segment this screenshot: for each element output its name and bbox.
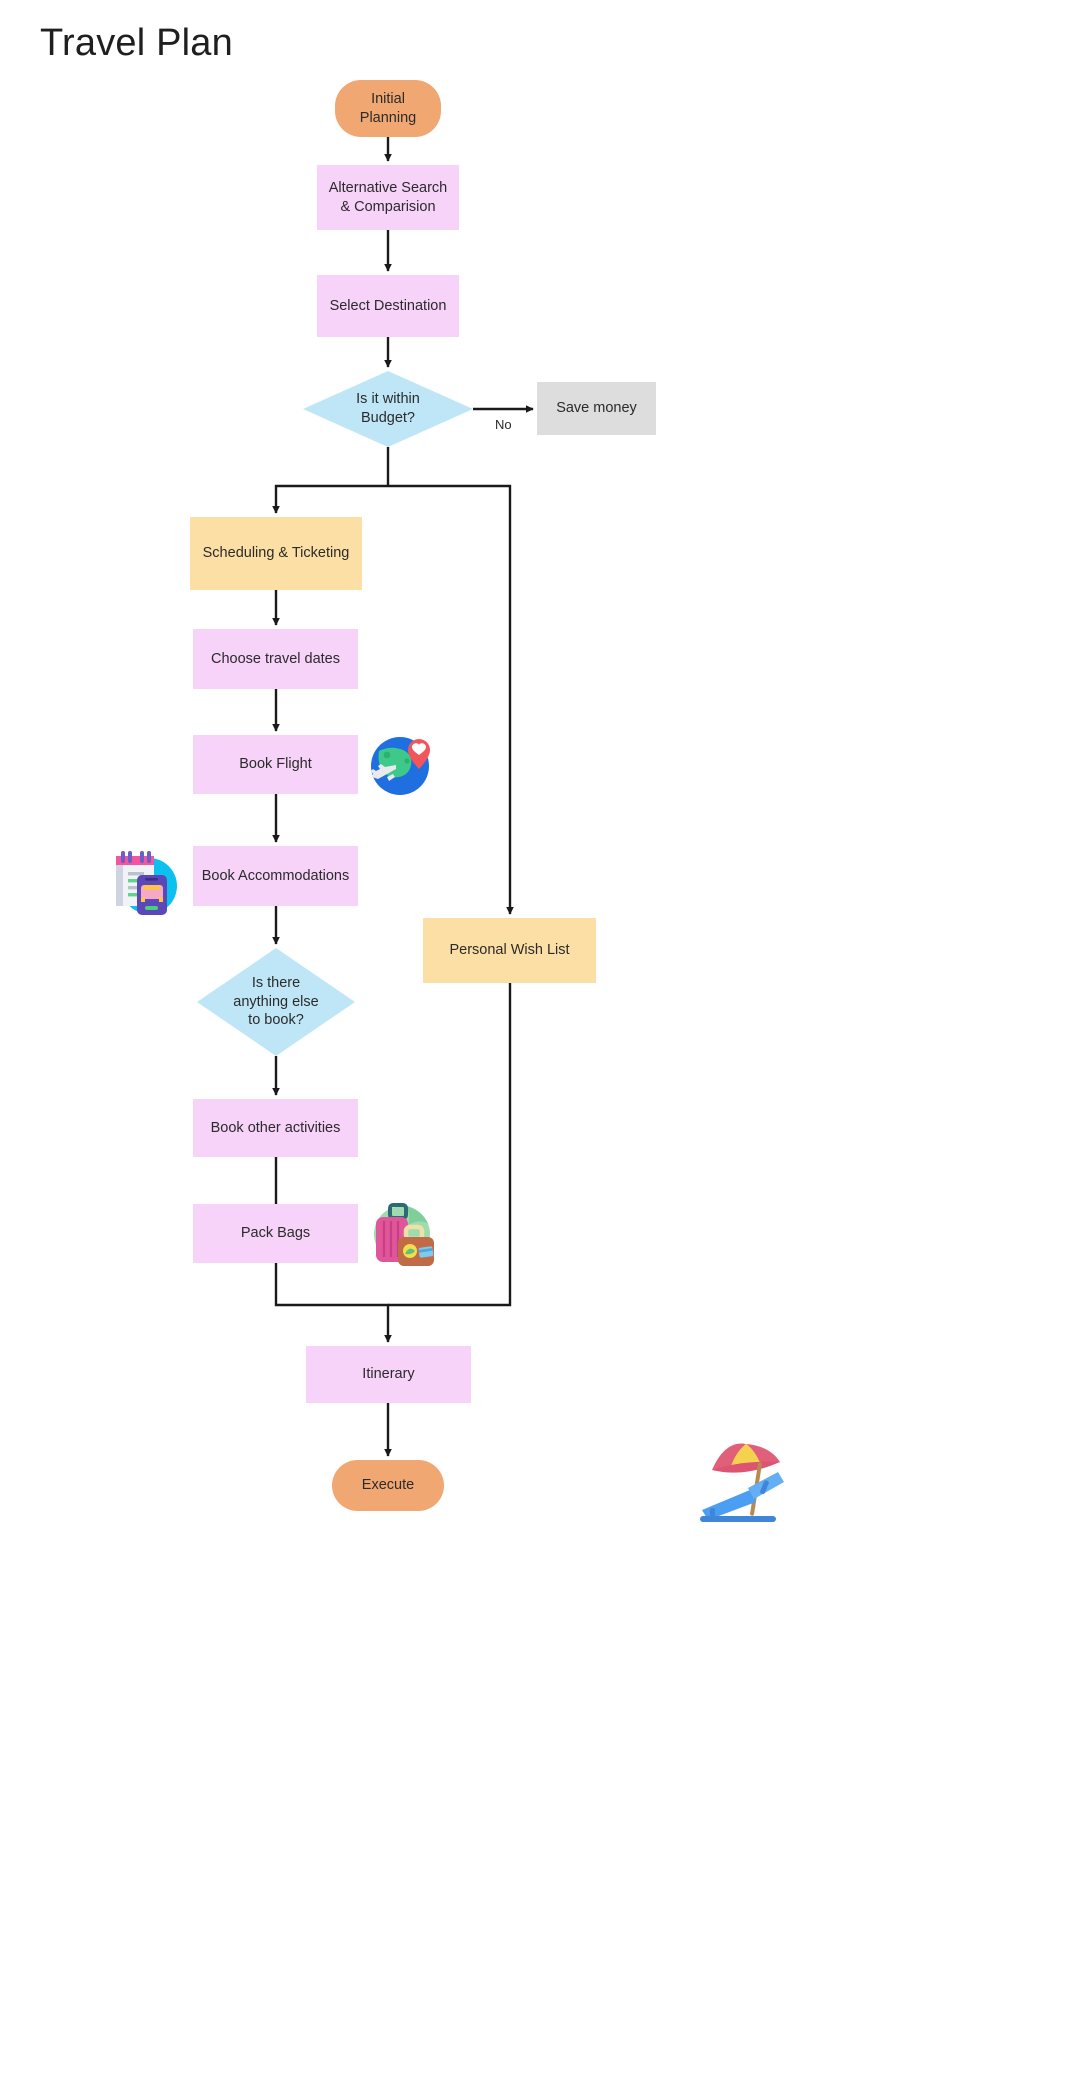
luggage-suitcases-icon [368, 1199, 436, 1267]
node-label: Execute [361, 1477, 415, 1494]
edge-budget-split-left [272, 484, 388, 514]
node-label: Is there anything else to book? [233, 975, 319, 1029]
node-book-flight[interactable]: Book Flight [193, 735, 358, 794]
page-title: Travel Plan [40, 22, 233, 64]
node-label: Select Destination [329, 297, 447, 314]
node-label: Alternative Search & Comparision [328, 179, 448, 215]
node-alternative-search[interactable]: Alternative Search & Comparision [317, 165, 459, 230]
node-execute[interactable]: Execute [332, 1460, 444, 1511]
node-label: Book Accommodations [201, 867, 350, 884]
node-itinerary[interactable]: Itinerary [306, 1346, 471, 1403]
node-initial-planning[interactable]: Initial Planning [335, 80, 441, 137]
node-label: Choose travel dates [211, 650, 340, 667]
beach-umbrella-chair-icon [694, 1424, 804, 1534]
node-anything-else-to-book[interactable]: Is there anything else to book? [197, 948, 355, 1056]
flowchart-canvas: Travel Plan Initial Planning Alternative… [0, 0, 1085, 2076]
globe-with-airplane-icon [369, 731, 435, 797]
node-scheduling-ticketing[interactable]: Scheduling & Ticketing [190, 517, 362, 590]
node-book-accommodations[interactable]: Book Accommodations [193, 846, 358, 906]
node-label: Itinerary [362, 1366, 415, 1383]
node-label: Pack Bags [240, 1225, 311, 1242]
node-choose-travel-dates[interactable]: Choose travel dates [193, 629, 358, 689]
node-label: Initial Planning [359, 90, 417, 126]
node-label: Book other activities [210, 1119, 341, 1136]
node-pack-bags[interactable]: Pack Bags [193, 1204, 358, 1263]
node-label: Book Flight [239, 756, 312, 773]
edge-label-no: No [495, 417, 512, 432]
node-select-destination[interactable]: Select Destination [317, 275, 459, 337]
node-label: Save money [556, 400, 637, 417]
edge-layer [272, 137, 534, 1457]
node-label: Personal Wish List [449, 942, 570, 959]
edge-budget-split-right [388, 484, 514, 915]
booking-calendar-icon [107, 842, 187, 922]
node-save-money[interactable]: Save money [537, 382, 656, 435]
edge-wishlist-to-itinerary [388, 983, 512, 1307]
edge-packbags-to-itinerary [274, 1263, 392, 1343]
node-is-within-budget[interactable]: Is it within Budget? [303, 371, 473, 447]
node-label: Scheduling & Ticketing [202, 545, 350, 562]
node-label: Is it within Budget? [356, 391, 420, 426]
node-book-other-activities[interactable]: Book other activities [193, 1099, 358, 1157]
node-personal-wish-list[interactable]: Personal Wish List [423, 918, 596, 983]
